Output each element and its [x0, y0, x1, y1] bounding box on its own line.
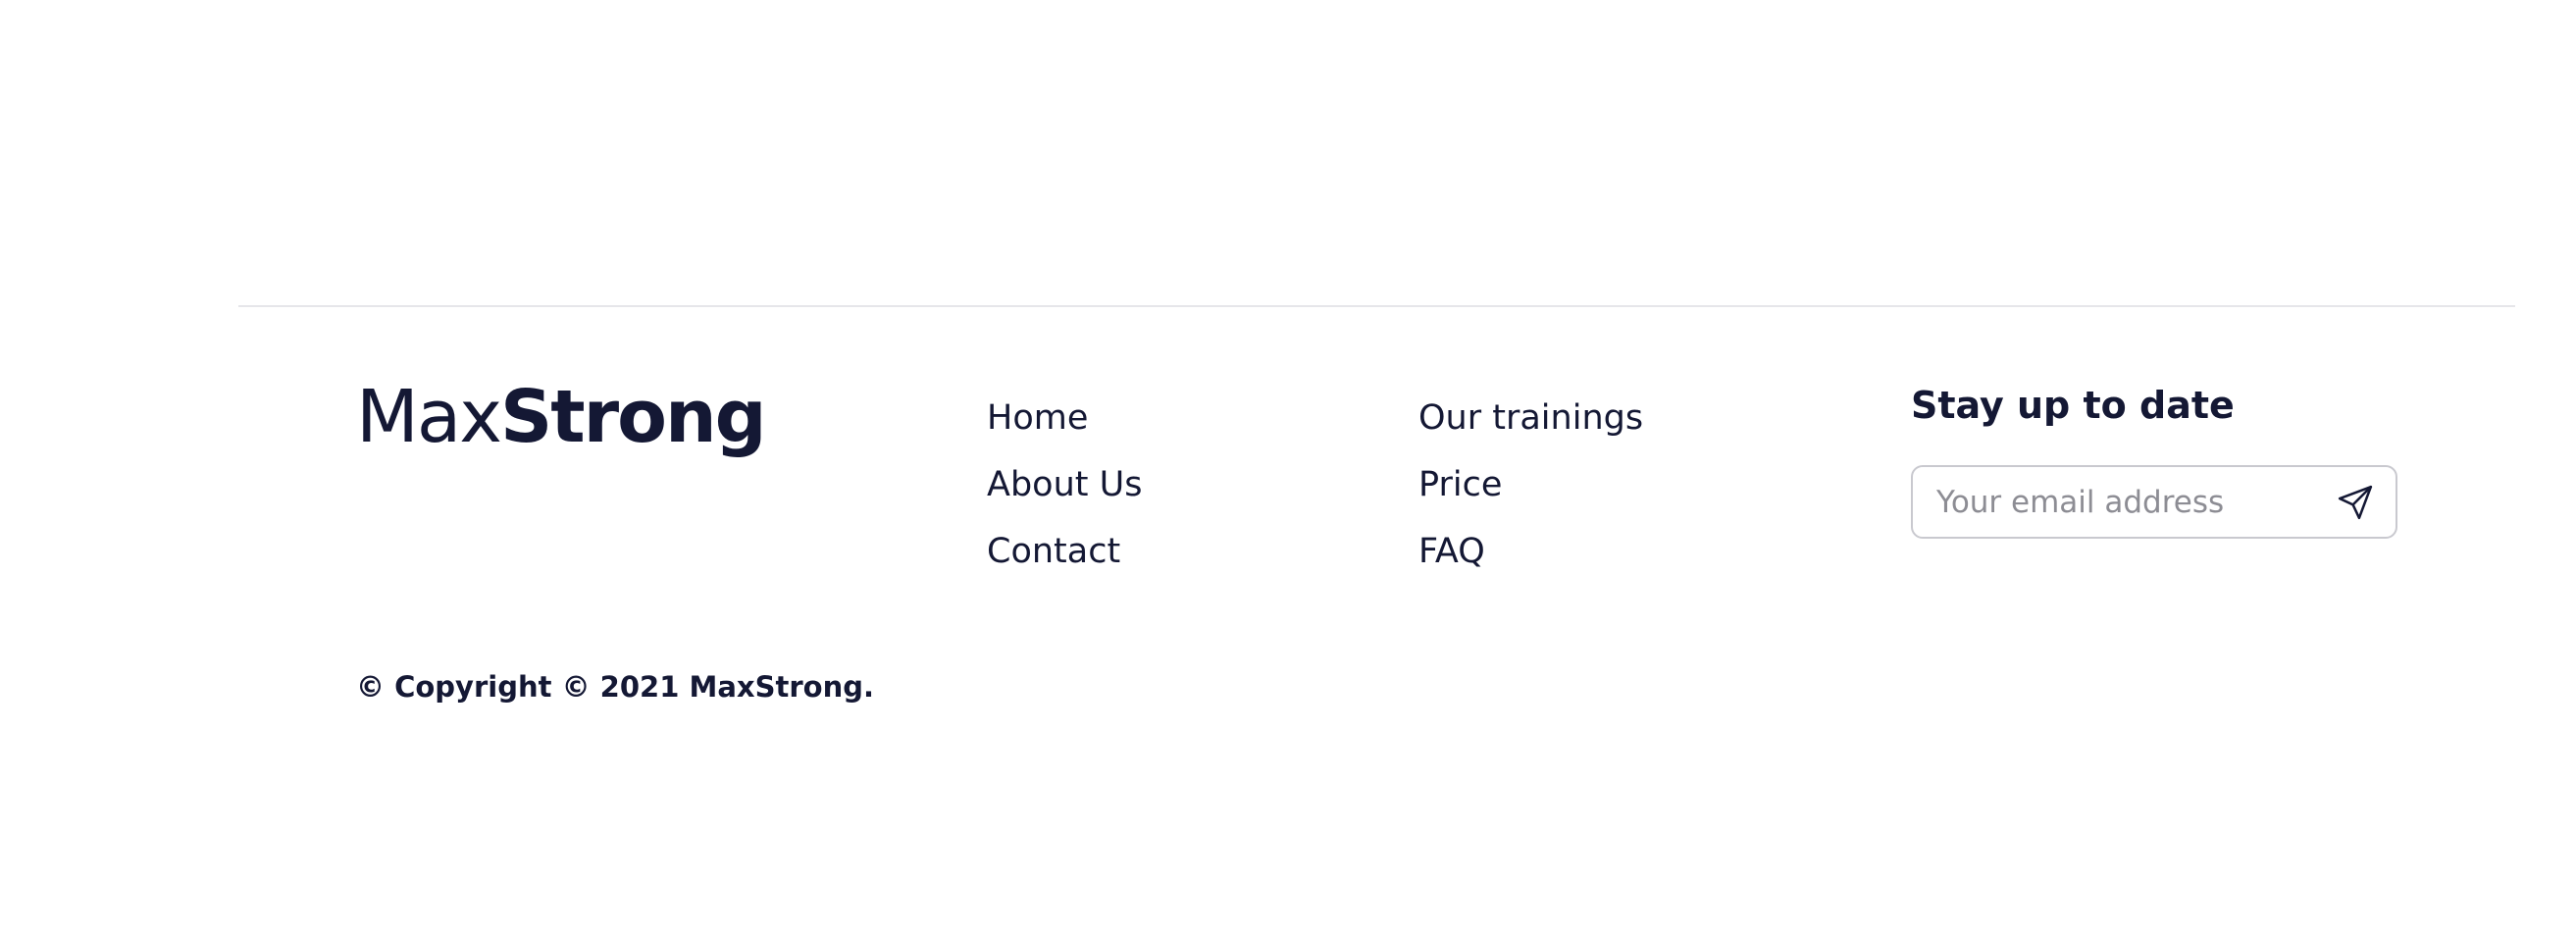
newsletter-title: Stay up to date: [1911, 384, 2235, 427]
footer-nav-column-2: Our trainings Price FAQ: [1418, 385, 1643, 585]
footer-link-about-us[interactable]: About Us: [987, 451, 1142, 518]
newsletter-form: [1911, 465, 2397, 539]
footer-link-contact[interactable]: Contact: [987, 518, 1142, 585]
footer-nav-column-1: Home About Us Contact: [987, 385, 1142, 585]
maxstrong-logo[interactable]: MaxStrong: [356, 373, 767, 461]
footer-link-faq[interactable]: FAQ: [1418, 518, 1643, 585]
footer-link-home[interactable]: Home: [987, 385, 1142, 451]
paper-plane-icon: [2338, 485, 2373, 520]
send-button[interactable]: [2335, 482, 2376, 523]
footer-divider: [238, 305, 2515, 307]
footer-link-price[interactable]: Price: [1418, 451, 1643, 518]
logo-light-text: Max: [356, 375, 502, 459]
copyright-text: © Copyright © 2021 MaxStrong.: [356, 670, 875, 704]
logo-bold-text: Strong: [500, 375, 767, 459]
footer-link-our-trainings[interactable]: Our trainings: [1418, 385, 1643, 451]
email-input[interactable]: [1936, 467, 2309, 537]
